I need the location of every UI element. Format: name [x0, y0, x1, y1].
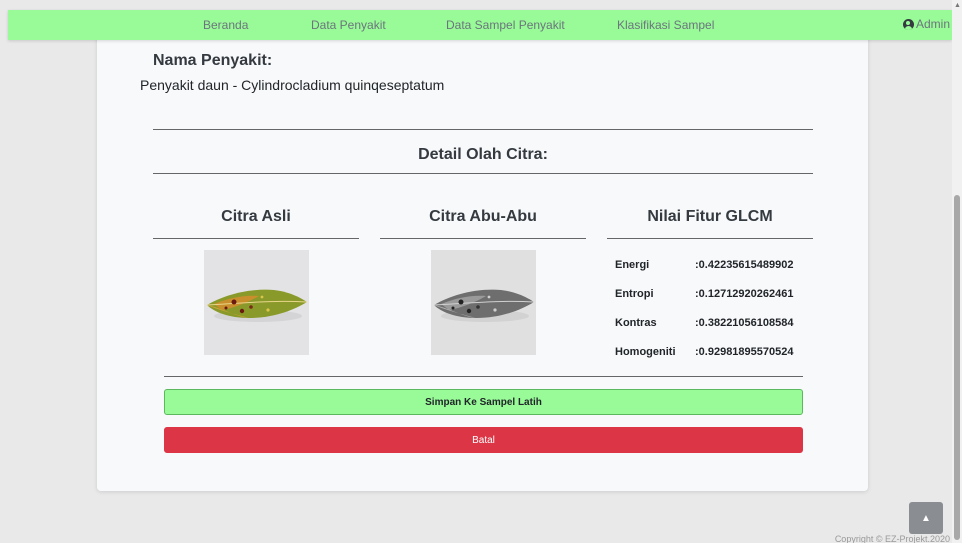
feature-label-energi: Energi: [615, 259, 650, 271]
user-menu[interactable]: Admin: [902, 17, 950, 31]
nav-item-data-penyakit[interactable]: Data Penyakit: [311, 18, 386, 32]
feature-value-homogeniti: :0.92981895570524: [695, 346, 794, 358]
feature-label-kontras: Kontras: [615, 317, 657, 329]
divider-actions: [164, 376, 803, 377]
divider-section: [153, 173, 813, 174]
col-title-original: Citra Asli: [221, 208, 291, 225]
divider-col-original: [153, 238, 359, 239]
scroll-up-arrow-icon[interactable]: ▲: [954, 2, 961, 10]
top-navbar: Beranda Data Penyakit Data Sampel Penyak…: [8, 10, 952, 40]
save-to-training-button[interactable]: Simpan Ke Sampel Latih: [164, 389, 803, 415]
nav-item-data-sampel-penyakit[interactable]: Data Sampel Penyakit: [446, 18, 565, 32]
grayscale-leaf-image: [431, 250, 536, 355]
scrollbar-thumb[interactable]: [954, 195, 960, 540]
cancel-button[interactable]: Batal: [164, 427, 803, 453]
col-title-features: Nilai Fitur GLCM: [647, 208, 773, 225]
disease-name-label: Nama Penyakit:: [153, 52, 273, 69]
feature-value-energi: :0.42235615489902: [695, 259, 794, 271]
disease-name-value: Penyakit daun - Cylindrocladium quinqese…: [140, 77, 445, 93]
chevron-up-icon: ▲: [921, 512, 931, 524]
nav-item-beranda[interactable]: Beranda: [203, 18, 248, 32]
footer-copyright: Copyright © EZ-Projekt.2020: [834, 534, 950, 543]
section-title-detail: Detail Olah Citra:: [418, 146, 548, 163]
user-label: Admin: [915, 17, 950, 31]
feature-label-homogeniti: Homogeniti: [615, 346, 676, 358]
divider-col-gray: [380, 238, 586, 239]
col-title-gray: Citra Abu-Abu: [429, 208, 537, 225]
page-scrollbar[interactable]: ▲: [952, 0, 962, 543]
divider-top: [153, 129, 813, 130]
original-leaf-image: [204, 250, 309, 355]
divider-col-features: [607, 238, 813, 239]
user-circle-icon: [902, 18, 914, 30]
feature-value-entropi: :0.12712920262461: [695, 288, 794, 300]
feature-label-entropi: Entropi: [615, 288, 654, 300]
nav-item-klasifikasi-sampel[interactable]: Klasifikasi Sampel: [617, 18, 714, 32]
back-to-top-button[interactable]: ▲: [909, 502, 943, 534]
feature-value-kontras: :0.38221056108584: [695, 317, 794, 329]
